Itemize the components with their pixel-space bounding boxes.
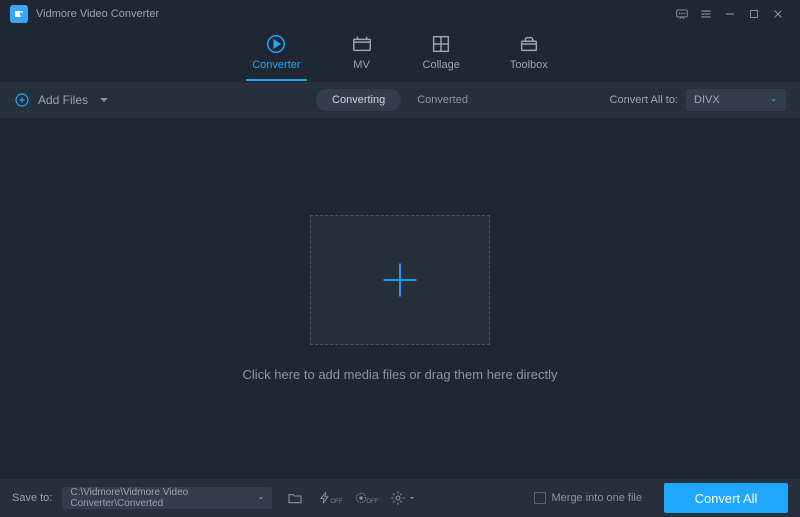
tab-label: Toolbox	[510, 59, 548, 71]
tab-collage[interactable]: Collage	[423, 33, 460, 77]
menu-icon[interactable]	[694, 2, 718, 26]
drop-zone[interactable]	[310, 215, 490, 345]
chevron-down-icon	[769, 96, 778, 105]
add-files-label: Add Files	[38, 93, 88, 107]
bottombar: Save to: C:\Vidmore\Vidmore Video Conver…	[0, 479, 800, 517]
convert-all-button[interactable]: Convert All	[664, 483, 788, 513]
segment-converting[interactable]: Converting	[316, 89, 401, 111]
drop-hint: Click here to add media files or drag th…	[242, 367, 557, 382]
tab-mv[interactable]: MV	[351, 33, 373, 77]
collage-icon	[430, 33, 452, 55]
status-segment: Converting Converted	[316, 89, 484, 111]
convert-all-to-label: Convert All to:	[610, 94, 678, 106]
app-title: Vidmore Video Converter	[36, 8, 159, 20]
merge-label: Merge into one file	[552, 492, 643, 504]
off-label: OFF	[330, 499, 342, 505]
close-icon[interactable]	[766, 2, 790, 26]
app-logo	[10, 5, 28, 23]
tab-label: Collage	[423, 59, 460, 71]
maximize-icon[interactable]	[742, 2, 766, 26]
save-path-dropdown[interactable]: C:\Vidmore\Vidmore Video Converter\Conve…	[62, 487, 272, 509]
tab-toolbox[interactable]: Toolbox	[510, 33, 548, 77]
chevron-down-icon	[257, 494, 265, 503]
off-label: OFF	[366, 499, 378, 505]
toolbar: Add Files Converting Converted Convert A…	[0, 82, 800, 118]
minimize-icon[interactable]	[718, 2, 742, 26]
chevron-down-icon	[408, 494, 416, 502]
output-format-dropdown[interactable]: DIVX	[686, 89, 786, 111]
toolbox-icon	[518, 33, 540, 55]
settings-button[interactable]	[390, 487, 416, 509]
hardware-accel-toggle[interactable]: OFF	[318, 487, 344, 509]
save-to-label: Save to:	[12, 492, 52, 504]
merge-checkbox[interactable]: Merge into one file	[534, 492, 643, 504]
mv-icon	[351, 33, 373, 55]
high-speed-toggle[interactable]: OFF	[354, 487, 380, 509]
checkbox-box	[534, 492, 546, 504]
segment-converted[interactable]: Converted	[401, 89, 484, 111]
tab-label: MV	[353, 59, 370, 71]
add-files-button[interactable]: Add Files	[14, 92, 112, 108]
converter-icon	[265, 33, 287, 55]
feedback-icon[interactable]	[670, 2, 694, 26]
open-folder-button[interactable]	[282, 487, 308, 509]
main-area: Click here to add media files or drag th…	[0, 118, 800, 479]
plus-circle-icon	[14, 92, 30, 108]
main-tabs: Converter MV Collage Toolbox	[0, 28, 800, 82]
tab-converter[interactable]: Converter	[252, 33, 300, 77]
convert-all-to: Convert All to: DIVX	[610, 89, 786, 111]
tab-label: Converter	[252, 59, 300, 71]
save-path-value: C:\Vidmore\Vidmore Video Converter\Conve…	[70, 487, 256, 509]
output-format-value: DIVX	[694, 94, 720, 106]
titlebar: Vidmore Video Converter	[0, 0, 800, 28]
plus-icon	[378, 258, 422, 302]
chevron-down-icon	[96, 92, 112, 108]
